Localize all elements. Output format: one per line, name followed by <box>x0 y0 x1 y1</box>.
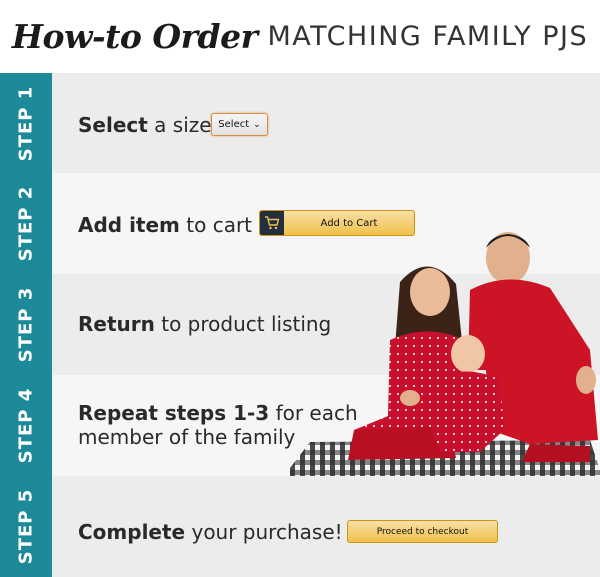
size-select-dropdown[interactable]: Select ⌄ <box>211 113 268 136</box>
page-title: How-to Order MATCHING FAMILY PJS <box>0 0 600 72</box>
checkout-label: Proceed to checkout <box>376 526 469 537</box>
step-2-bold: Add item <box>78 213 180 237</box>
title-caps-part: MATCHING FAMILY PJS <box>267 20 589 52</box>
size-select-label: Select <box>218 119 250 130</box>
step-1-tab-label: STEP 1 <box>15 85 37 161</box>
step-1-tab: STEP 1 <box>0 73 52 173</box>
step-2-rest: to cart <box>179 213 253 237</box>
step-5-rest: your purchase! <box>185 520 343 544</box>
step-1-rest: a size <box>147 113 212 137</box>
add-to-cart-label: Add to Cart <box>320 217 378 229</box>
proceed-to-checkout-button[interactable]: Proceed to checkout <box>347 520 498 543</box>
step-5-row: STEP 5 Complete your purchase! Proceed t… <box>0 476 600 577</box>
step-3-tab: STEP 3 <box>0 274 52 375</box>
step-2-text: Add item to cart <box>78 213 252 237</box>
step-5-text: Complete your purchase! <box>78 520 343 544</box>
chevron-down-icon: ⌄ <box>253 119 261 130</box>
step-1-row: STEP 1 Select a size Select ⌄ <box>0 73 600 173</box>
step-4-bold: Repeat steps 1-3 <box>78 401 270 425</box>
step-4-tab: STEP 4 <box>0 375 52 476</box>
title-script-part: How-to Order <box>11 16 258 56</box>
step-5-tab-label: STEP 5 <box>15 488 37 565</box>
step-3-bold: Return <box>78 312 155 336</box>
step-5-tab: STEP 5 <box>0 476 52 577</box>
step-1-text: Select a size <box>78 113 212 137</box>
shopping-cart-icon <box>260 211 284 235</box>
step-2-tab: STEP 2 <box>0 173 52 274</box>
family-pajamas-photo <box>290 232 600 476</box>
step-5-bold: Complete <box>78 520 186 544</box>
step-3-tab-label: STEP 3 <box>15 286 37 363</box>
step-2-tab-label: STEP 2 <box>15 185 37 262</box>
step-1-bold: Select <box>78 113 148 137</box>
step-4-line2: member of the family <box>78 425 296 449</box>
step-4-tab-label: STEP 4 <box>15 387 37 464</box>
